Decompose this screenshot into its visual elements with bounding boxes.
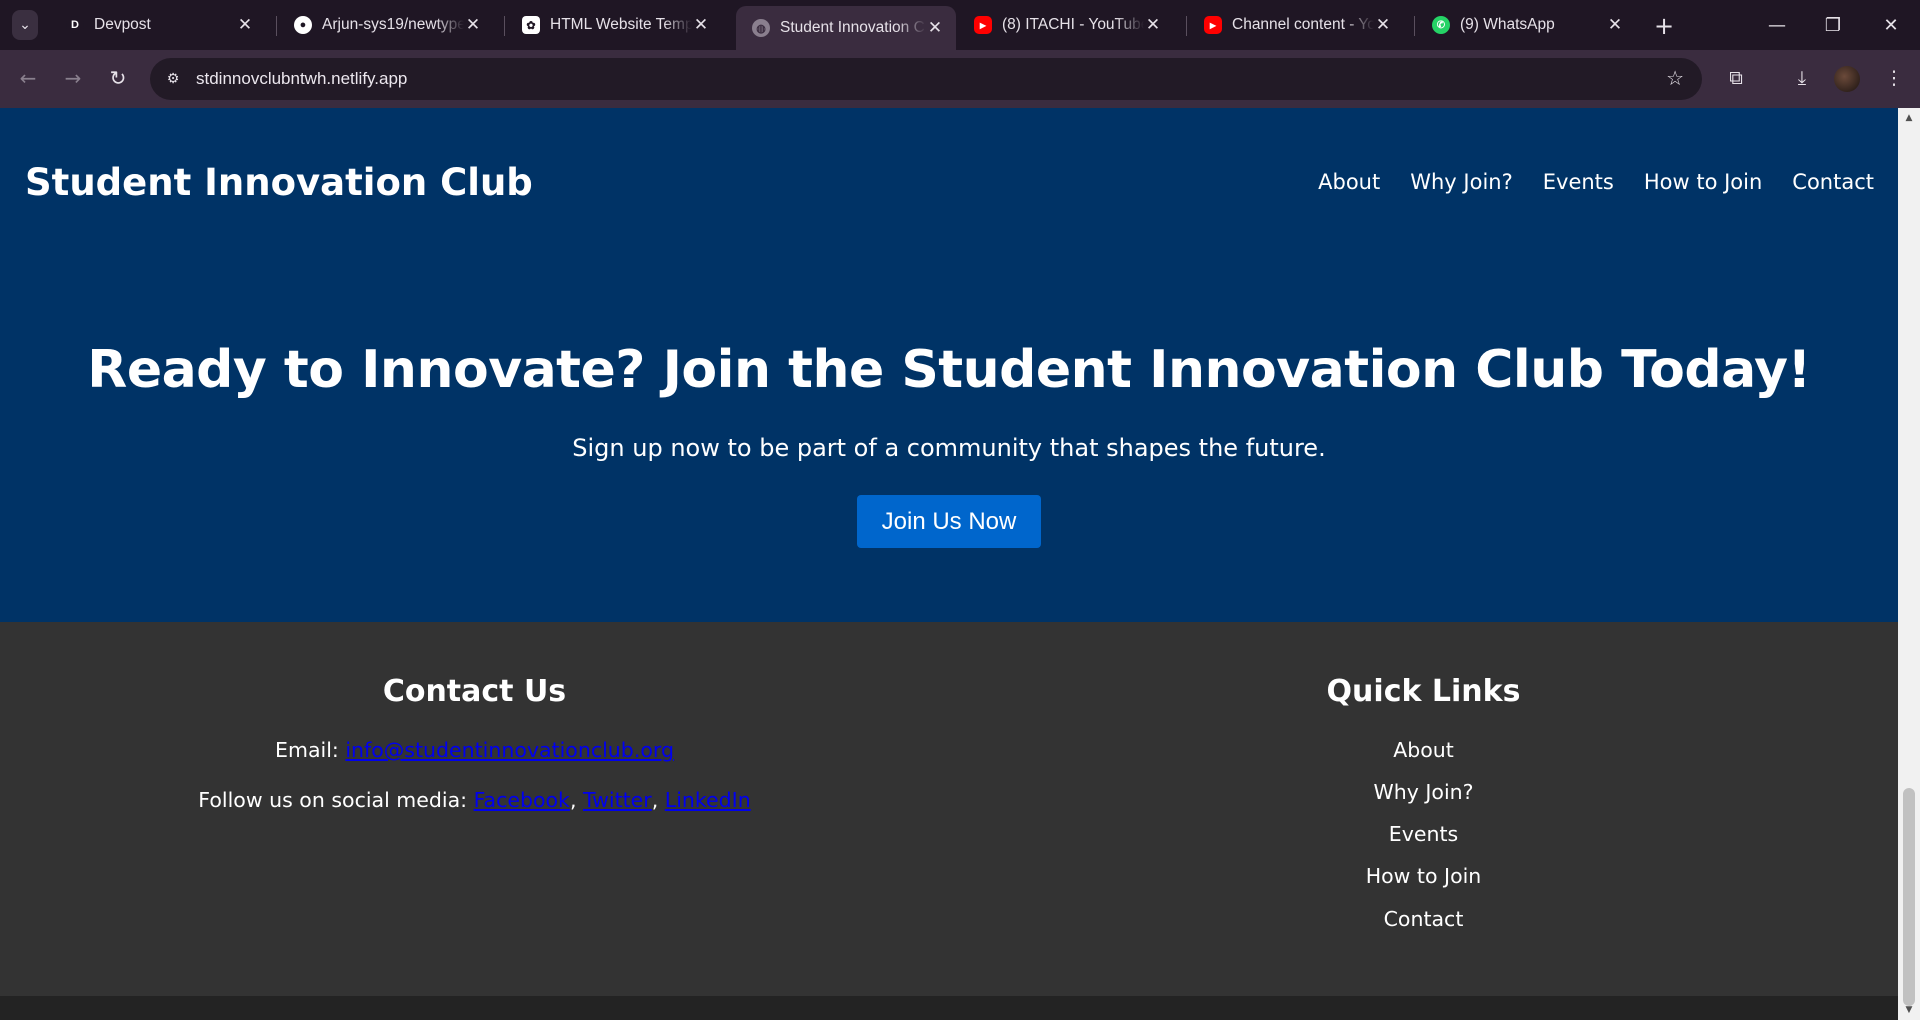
puzzle-icon: ⧉ [1729,67,1743,89]
download-icon: ⤓ [1797,67,1807,89]
tab-title: HTML Website Templ [550,16,692,33]
github-icon: ● [294,16,312,34]
hero-heading: Ready to Innovate? Join the Student Inno… [87,340,1811,400]
facebook-link[interactable]: Facebook [474,788,570,812]
new-tab-button[interactable]: + [1650,12,1678,40]
restore-button[interactable]: ❐ [1810,8,1856,42]
twitter-link[interactable]: Twitter [583,788,652,812]
quick-link-events[interactable]: Events [949,822,1898,846]
footer: Contact Us Email: info@studentinnovation… [0,622,1898,996]
tab-title: Arjun-sys19/newtype [322,16,464,33]
browser-menu-button[interactable]: ⋮ [1878,62,1910,94]
devpost-icon: D [66,16,84,34]
tab-youtube-channel[interactable]: ▶ Channel content - Yo ✕ [1188,6,1404,44]
quick-link-about[interactable]: About [949,738,1898,762]
quick-link-how-to-join[interactable]: How to Join [949,864,1898,888]
contact-heading: Contact Us [382,674,567,709]
tab-separator [1414,16,1415,36]
site-nav: About Why Join? Events How to Join Conta… [1288,170,1874,194]
globe-icon: ◍ [752,19,770,37]
restore-icon: ❐ [1824,14,1842,36]
tab-whatsapp[interactable]: ✆ (9) WhatsApp ✕ [1416,6,1636,44]
scrollbar-thumb[interactable] [1903,788,1915,1006]
email-label: Email: [275,738,339,762]
close-icon[interactable]: ✕ [464,15,482,35]
hero-section: Student Innovation Club About Why Join? … [0,108,1898,622]
scroll-up-icon[interactable]: ▲ [1903,112,1915,124]
tab-github[interactable]: ● Arjun-sys19/newtype ✕ [278,6,494,44]
separator: , [651,788,659,812]
tab-student-innovation[interactable]: ◍ Student Innovation C ✕ [736,6,956,50]
kebab-menu-icon: ⋮ [1884,67,1904,89]
close-icon[interactable]: ✕ [1606,15,1624,35]
nav-contact[interactable]: Contact [1792,170,1874,194]
forward-button[interactable]: → [57,62,89,94]
minimize-button[interactable]: — [1754,8,1800,42]
browser-toolbar: ← → ↻ ⚙ stdinnovclubntwh.netlify.app ☆ ⧉… [0,50,1920,108]
tab-title: Channel content - Yo [1232,16,1374,33]
reload-button[interactable]: ↻ [102,62,134,94]
close-icon[interactable]: ✕ [1144,15,1162,35]
tab-separator [276,16,277,36]
hero-subheading: Sign up now to be part of a community th… [572,434,1326,462]
close-icon[interactable]: ✕ [926,18,944,38]
email-link[interactable]: info@studentinnovationclub.org [345,738,674,762]
page-scrollbar[interactable]: ▲ ▼ [1898,108,1920,1020]
youtube-icon: ▶ [1204,16,1222,34]
minimize-icon: — [1768,14,1786,36]
site-info-icon[interactable]: ⚙ [160,66,186,92]
social-line: Follow us on social media: Facebook, Twi… [0,788,949,812]
close-icon[interactable]: ✕ [236,15,254,35]
footer-bottom-bar [0,996,1898,1020]
back-button[interactable]: ← [12,62,44,94]
join-us-button[interactable]: Join Us Now [857,495,1041,548]
tab-chatgpt[interactable]: ✿ HTML Website Templ ✕ [506,6,722,44]
downloads-button[interactable]: ⤓ [1786,62,1818,94]
browser-tab-bar: ⌄ D Devpost ✕ ● Arjun-sys19/newtype ✕ ✿ … [0,0,1920,50]
close-icon[interactable]: ✕ [1374,15,1392,35]
arrow-right-icon: → [64,66,82,90]
page-viewport: Student Innovation Club About Why Join? … [0,108,1898,1020]
url-text[interactable]: stdinnovclubntwh.netlify.app [196,69,407,89]
tab-title: Student Innovation C [780,19,925,36]
reload-icon: ↻ [109,66,127,90]
bookmark-star-icon[interactable]: ☆ [1666,66,1684,90]
quick-links-heading: Quick Links [1326,674,1521,709]
site-title: Student Innovation Club [25,161,533,204]
tab-title: (8) ITACHI - YouTube [1002,16,1144,33]
separator: , [569,788,577,812]
tab-youtube-itachi[interactable]: ▶ (8) ITACHI - YouTube ✕ [958,6,1174,44]
nav-about[interactable]: About [1318,170,1380,194]
nav-how-to-join[interactable]: How to Join [1644,170,1762,194]
tab-title: (9) WhatsApp [1460,16,1555,33]
tab-title: Devpost [94,16,151,33]
youtube-icon: ▶ [974,16,992,34]
quick-link-contact[interactable]: Contact [949,907,1898,931]
whatsapp-icon: ✆ [1432,16,1450,34]
close-icon[interactable]: ✕ [692,15,710,35]
tab-separator [504,16,505,36]
quick-link-why-join[interactable]: Why Join? [949,780,1898,804]
tab-devpost[interactable]: D Devpost ✕ [50,6,266,44]
extensions-button[interactable]: ⧉ [1720,62,1752,94]
linkedin-link[interactable]: LinkedIn [665,788,751,812]
tab-search-button[interactable]: ⌄ [12,10,38,40]
address-bar[interactable]: ⚙ stdinnovclubntwh.netlify.app ☆ [150,58,1702,100]
arrow-left-icon: ← [19,66,37,90]
contact-email-line: Email: info@studentinnovationclub.org [0,738,949,762]
tab-separator [1186,16,1187,36]
openai-icon: ✿ [522,16,540,34]
plus-icon: + [1653,12,1675,40]
scroll-down-icon[interactable]: ▼ [1903,1004,1915,1016]
chevron-down-icon: ⌄ [19,17,31,33]
close-window-button[interactable]: ✕ [1868,8,1914,42]
profile-avatar[interactable] [1834,66,1860,92]
close-icon: ✕ [1883,14,1899,36]
nav-why-join[interactable]: Why Join? [1410,170,1513,194]
social-label: Follow us on social media: [198,788,468,812]
nav-events[interactable]: Events [1543,170,1614,194]
